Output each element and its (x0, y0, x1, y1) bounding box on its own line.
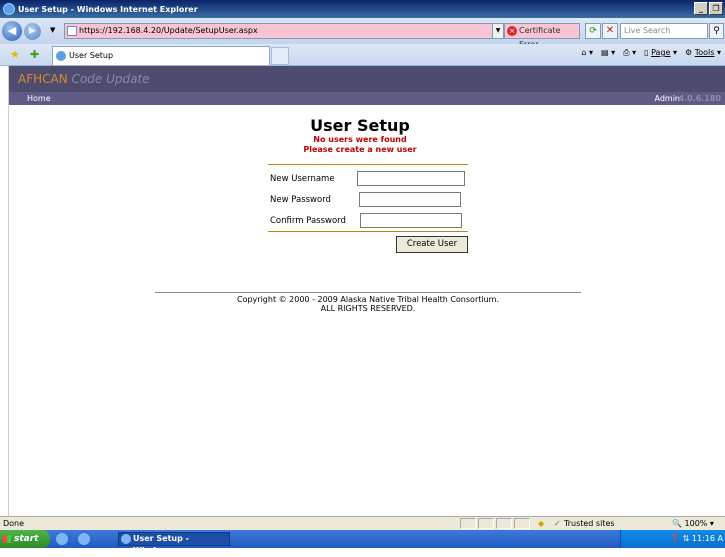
error-message-1: No users were found (313, 135, 407, 144)
window-titlebar: User Setup - Windows Internet Explorer _… (0, 0, 725, 18)
system-tray: ❓ ⇅ 11:16 A (620, 530, 725, 548)
app-nav: Home Admin v4.0.6.180 (9, 92, 725, 105)
tab-toolbar: ★ ✚ User Setup ⌂ ▾ ▤ ▾ ⎙ ▾ ▯ Page ▾ ⚙ To… (0, 44, 725, 66)
copyright-line-1: Copyright © 2000 - 2009 Alaska Native Tr… (236, 295, 499, 304)
start-label: start (14, 534, 39, 544)
username-label: New Username (270, 174, 335, 184)
zoom-value: 100% (684, 519, 708, 528)
address-bar[interactable]: https://192.168.4.20/Update/SetupUser.as… (64, 23, 504, 39)
zoom-level[interactable]: 🔍 100% ▾ (672, 517, 714, 530)
command-bar: ⌂ ▾ ▤ ▾ ⎙ ▾ ▯ Page ▾ ⚙ Tools ▾ (581, 48, 721, 58)
quicklaunch-ie-icon[interactable] (78, 533, 90, 545)
page-icon (67, 26, 77, 36)
history-dropdown-icon[interactable]: ▼ (50, 26, 55, 34)
page-title: User Setup (310, 116, 410, 135)
tab-user-setup[interactable]: User Setup (52, 46, 270, 65)
home-icon[interactable]: ⌂ ▾ (581, 48, 593, 58)
forward-button[interactable]: ▶ (24, 23, 41, 40)
refresh-button[interactable]: ⟳ (585, 23, 601, 39)
app-header: AFHCAN Code Update (9, 66, 725, 92)
tools-menu-label: Tools (694, 48, 715, 57)
ie-task-icon (121, 534, 131, 544)
app-brand: AFHCAN (18, 72, 68, 86)
address-dropdown-icon[interactable]: ▼ (492, 23, 504, 39)
tray-network-icon[interactable]: ⇅ (683, 534, 690, 543)
tray-clock: 11:16 A (691, 534, 723, 543)
search-input[interactable]: Live Search (620, 23, 708, 39)
trusted-check-icon: ✓ (554, 519, 561, 528)
footer-divider (155, 292, 581, 293)
password-label: New Password (270, 195, 331, 205)
status-bar: Done ◆ ✓ Trusted sites 🔍 100% ▾ (0, 516, 725, 530)
ie-logo-icon (3, 3, 15, 15)
form-top-divider (268, 164, 468, 165)
status-segment (478, 518, 494, 529)
certificate-error-button[interactable]: × Certificate Error (504, 23, 580, 49)
error-message-2: Please create a new user (303, 145, 417, 154)
password-input[interactable] (359, 192, 461, 207)
form-bottom-divider (268, 231, 468, 232)
status-segment (496, 518, 512, 529)
minimize-button[interactable]: _ (694, 2, 708, 15)
tools-menu[interactable]: ⚙ Tools ▾ (685, 48, 721, 58)
taskbar-item-label: User Setup - Windows... (133, 534, 189, 555)
confirm-password-label: Confirm Password (270, 216, 346, 226)
page-left-margin (0, 66, 9, 516)
tray-help-icon[interactable]: ❓ (670, 534, 680, 543)
window-title: User Setup - Windows Internet Explorer (18, 4, 198, 14)
page-menu[interactable]: ▯ Page ▾ (644, 48, 677, 58)
address-toolbar: ◀ ▶ ▼ https://192.168.4.20/Update/SetupU… (0, 18, 725, 49)
tab-title: User Setup (69, 51, 114, 60)
windows-flag-icon (3, 535, 11, 543)
page-menu-label: Page (651, 48, 671, 57)
add-favorites-icon[interactable]: ✚ (30, 48, 39, 61)
search-icon[interactable]: ⚲ (709, 23, 724, 39)
copyright-line-2: ALL RIGHTS RESERVED. (320, 304, 416, 313)
favorites-star-icon[interactable]: ★ (10, 48, 20, 61)
app-version: v4.0.6.180 (673, 94, 721, 103)
confirm-password-input[interactable] (360, 213, 462, 228)
back-button[interactable]: ◀ (2, 21, 22, 41)
ie-tab-icon (56, 51, 66, 61)
stop-button[interactable]: ✕ (602, 23, 618, 39)
maximize-button[interactable]: ❐ (709, 2, 723, 15)
nav-home-link[interactable]: Home (27, 92, 51, 105)
certificate-error-icon: × (507, 26, 517, 36)
protected-mode-icon[interactable]: ◆ (538, 517, 544, 530)
status-segment (460, 518, 476, 529)
username-input[interactable] (357, 171, 465, 186)
app-brand-sub: Code Update (71, 72, 150, 86)
feeds-icon[interactable]: ▤ ▾ (601, 48, 615, 58)
create-user-button[interactable]: Create User (396, 236, 468, 253)
status-segment (514, 518, 530, 529)
new-tab-button[interactable] (271, 47, 289, 65)
security-zone[interactable]: Trusted sites (564, 517, 615, 530)
address-url: https://192.168.4.20/Update/SetupUser.as… (79, 26, 258, 35)
taskbar-item-ie[interactable]: User Setup - Windows... (118, 532, 230, 555)
print-icon[interactable]: ⎙ ▾ (623, 48, 636, 58)
status-text: Done (3, 519, 25, 528)
taskbar: start User Setup - Windows... ❓ ⇅ 11:16 … (0, 530, 725, 555)
quicklaunch-desktop-icon[interactable] (56, 533, 68, 545)
copyright: Copyright © 2000 - 2009 Alaska Native Tr… (155, 295, 581, 313)
start-button[interactable]: start (0, 530, 50, 548)
